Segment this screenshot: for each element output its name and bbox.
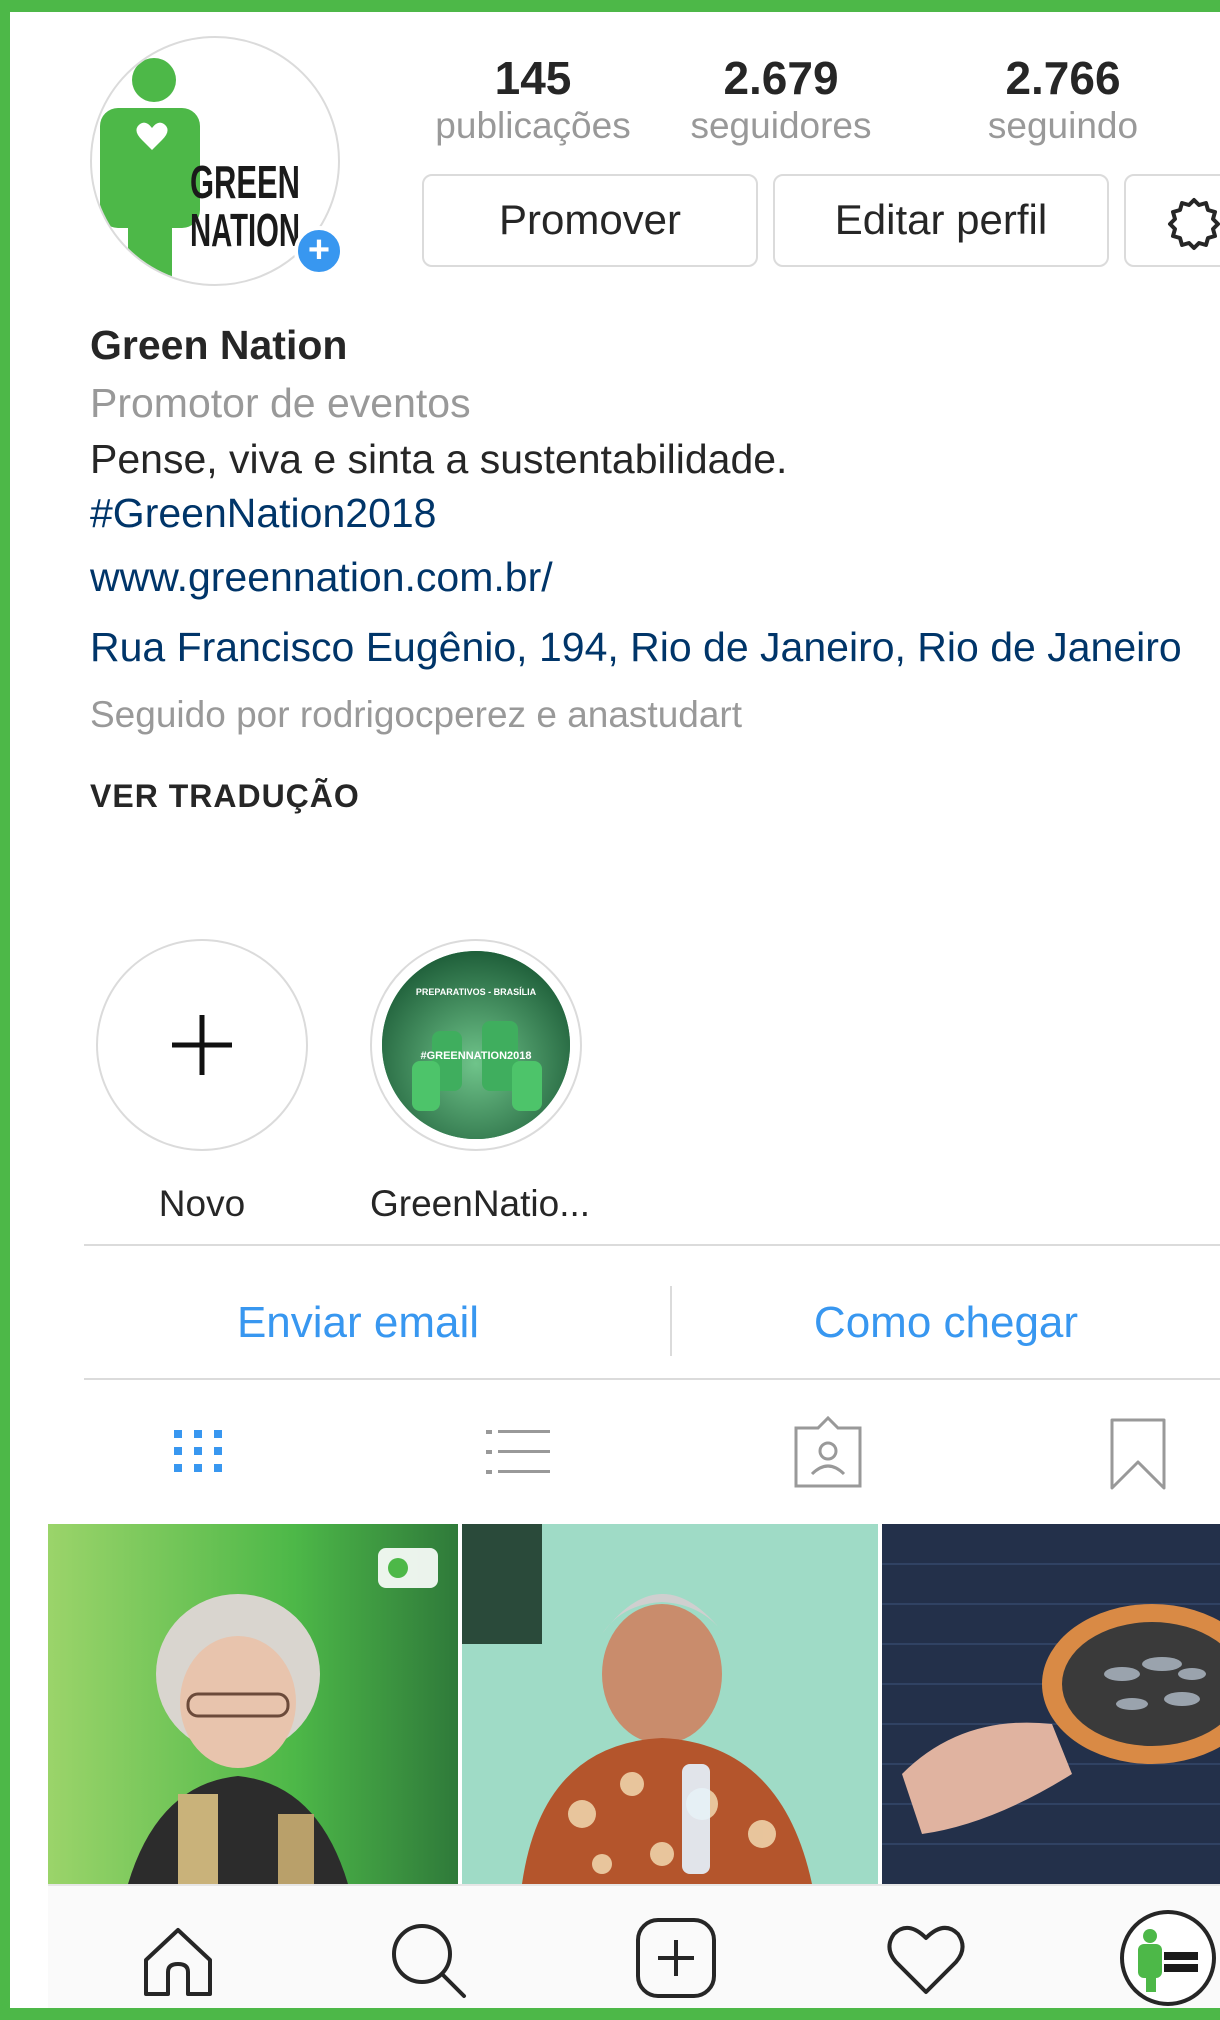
followers-count: 2.679 [723, 52, 839, 104]
posts-count: 145 [494, 52, 572, 104]
address-link[interactable]: Rua Francisco Eugênio, 194, Rio de Janei… [90, 617, 1210, 677]
following-count: 2.766 [1005, 52, 1121, 104]
app-frame: GREEN NATION + 145 publicações 2.679 seg… [0, 0, 1220, 2020]
profile-stats: 145 publicações 2.679 seguidores 2.766 s… [418, 52, 1220, 152]
website-link[interactable]: www.greennation.com.br/ [90, 541, 1210, 613]
profile-avatar [1120, 1910, 1216, 2006]
add-story-badge[interactable]: + [294, 226, 344, 276]
logo-text-nation: NATION [190, 204, 300, 256]
divider-top [84, 1244, 1220, 1246]
settings-button[interactable] [1124, 174, 1220, 267]
home-icon [144, 1928, 212, 1996]
nav-activity[interactable] [876, 1908, 976, 2008]
highlight-new-circle [96, 939, 308, 1151]
bio-hashtag[interactable]: #GreenNation2018 [90, 485, 1210, 541]
stat-followers[interactable]: 2.679 seguidores [666, 52, 896, 148]
post-image [462, 1524, 878, 1884]
divider-bottom [84, 1378, 1220, 1380]
add-post-icon [636, 1918, 716, 1998]
tagged-icon [794, 1415, 862, 1488]
profile-name: Green Nation [90, 322, 348, 368]
highlight-greennation[interactable]: PREPARATIVOS - BRASÍLIA #GREENNATION2018… [370, 939, 591, 1229]
posts-label: publicações [435, 105, 631, 146]
highlight-greennation-circle: PREPARATIVOS - BRASÍLIA #GREENNATION2018 [370, 939, 582, 1151]
highlight-cover-image: PREPARATIVOS - BRASÍLIA #GREENNATION2018 [382, 951, 570, 1139]
plus-icon [172, 1015, 232, 1075]
list-icon [486, 1430, 550, 1474]
highlight-new[interactable]: Novo [96, 939, 308, 1229]
tab-grid[interactable] [138, 1396, 258, 1506]
tab-list[interactable] [458, 1396, 578, 1506]
see-translation-button[interactable]: VER TRADUÇÃO [90, 771, 1210, 821]
profile-avatar[interactable]: GREEN NATION + [90, 36, 344, 286]
logo-text-green: GREEN [190, 156, 300, 208]
following-label: seguindo [987, 105, 1139, 146]
cover-text-mid: #GREENNATION2018 [420, 1050, 531, 1062]
nav-search[interactable] [378, 1908, 478, 2008]
highlight-new-label: Novo [158, 1183, 246, 1224]
heart-icon [887, 1926, 965, 1994]
profile-screen: GREEN NATION + 145 publicações 2.679 seg… [48, 24, 1220, 2008]
post-thumbnail[interactable] [462, 1524, 878, 1884]
nav-add[interactable] [626, 1908, 726, 2008]
tab-tagged[interactable] [768, 1396, 888, 1506]
gear-icon [1168, 198, 1220, 250]
bookmark-icon [1110, 1418, 1166, 1490]
post-image [882, 1524, 1220, 1884]
search-icon [392, 1924, 466, 1998]
stat-following[interactable]: 2.766 seguindo [948, 52, 1178, 148]
profile-category: Promotor de eventos [90, 380, 471, 426]
grid-icon [174, 1430, 222, 1472]
followed-by-text[interactable]: Seguido por rodrigocperez e anastudart [90, 685, 1210, 745]
edit-profile-button[interactable]: Editar perfil [773, 174, 1109, 267]
stat-posts[interactable]: 145 publicações [418, 52, 648, 148]
tab-saved[interactable] [1078, 1396, 1198, 1506]
post-thumbnail[interactable] [882, 1524, 1220, 1884]
directions-button[interactable]: Como chegar [672, 1260, 1220, 1386]
bio-text: Pense, viva e sinta a sustentabilidade. [90, 436, 788, 482]
post-image [48, 1524, 458, 1884]
followers-label: seguidores [690, 105, 872, 146]
promote-button[interactable]: Promover [422, 174, 758, 267]
email-button[interactable]: Enviar email [84, 1260, 632, 1386]
post-thumbnail[interactable] [48, 1524, 458, 1884]
bottom-nav [48, 1884, 1220, 2008]
profile-bio: Green Nation Promotor de eventos Pense, … [90, 317, 1210, 821]
nav-home[interactable] [128, 1908, 228, 2008]
highlight-greennation-label: GreenNatio... [370, 1183, 591, 1224]
cover-text-top: PREPARATIVOS - BRASÍLIA [416, 987, 537, 997]
nav-profile[interactable] [1118, 1908, 1218, 2008]
